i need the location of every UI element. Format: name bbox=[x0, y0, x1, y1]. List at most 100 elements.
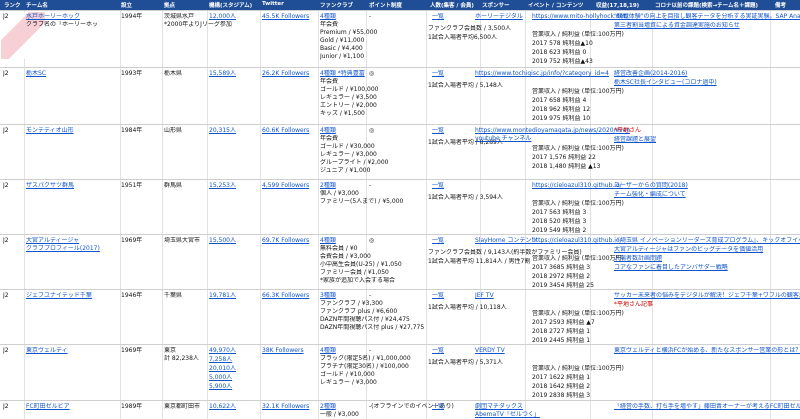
issue-article-link[interactable]: 経営課題と展望 bbox=[614, 136, 800, 144]
rank-cell: J2 bbox=[3, 292, 9, 299]
issue-article-link[interactable]: ユーザーからの質問(2018) bbox=[614, 182, 800, 190]
home-city: 東京 bbox=[164, 347, 177, 354]
fanclub-types-link[interactable]: 4種類 bbox=[320, 347, 365, 355]
spreadsheet-grid: ランク チーム名 設立 拠点 機構(スタジアム) Twitter ファンクラブ … bbox=[0, 0, 800, 419]
revenue-line: 2018 2972 純利益 2 bbox=[532, 273, 591, 280]
revenue-line: 2017 563 純利益 3 bbox=[532, 209, 587, 216]
issue-article-link[interactable]: *平地さん記事 bbox=[614, 301, 800, 309]
event-content-link-2[interactable]: youtube チャンネル bbox=[475, 135, 587, 143]
stadium-capacity-link[interactable]: 20,010人 bbox=[209, 365, 259, 373]
issue-article-link[interactable]: "観戦体験"の向上を目指し観客データを分析する実証実験。SAP Analyt bbox=[614, 13, 800, 21]
fanclub-tier: 年会費 bbox=[320, 135, 339, 142]
stadium-capacity-link[interactable]: 15,500人 bbox=[209, 237, 259, 245]
fanclub-types-link[interactable]: 4種類 bbox=[320, 237, 365, 245]
fanclub-tier: 年会費 bbox=[320, 78, 339, 85]
fanclub-types-link[interactable]: 4種類 bbox=[320, 127, 365, 135]
fanclub-types-link[interactable]: 4種類 *特典豊富 bbox=[320, 70, 365, 78]
sponsor-list-link[interactable]: 一覧 bbox=[432, 292, 472, 300]
team-row: J2 ジェフユナイテッド千葉 1946年 千葉県 19,781人 66.3K Follow… bbox=[0, 289, 800, 345]
fanclub-tier: グループライト / ¥2,000 bbox=[320, 159, 389, 166]
stadium-capacity-link[interactable]: 20,315人 bbox=[209, 127, 259, 135]
stadium-capacity-link[interactable]: 5,000人 bbox=[209, 374, 259, 382]
issue-article-link[interactable]: 「経営の手数、打ち手を増やす」藤田晋オーナーが考えるFC町田ゼルビ bbox=[614, 403, 800, 411]
twitter-followers-link[interactable]: 26.2K Followers bbox=[262, 70, 317, 78]
home-city-note: *2000年よりJリーグ参加 bbox=[164, 21, 232, 28]
sponsor-list-link[interactable]: 一覧 bbox=[432, 347, 472, 355]
issue-article-link[interactable]: 大宮アルディージャはファンのビッグデータを価値活用 bbox=[614, 246, 800, 254]
twitter-followers-link[interactable]: 45.5K Followers bbox=[262, 13, 317, 21]
issue-article-link[interactable]: 東京ヴェルディと横浜FCが始める、新たなスポンサー営業の形とは？ bbox=[614, 347, 800, 355]
header-row: ランク チーム名 設立 拠点 機構(スタジアム) Twitter ファンクラブ … bbox=[0, 0, 800, 10]
twitter-followers-link[interactable]: 60.6K Followers bbox=[262, 127, 317, 135]
founded-year: 1994年 bbox=[121, 13, 143, 20]
fanclub-types-link[interactable]: 2種類 bbox=[320, 403, 365, 411]
team-name-link[interactable]: 栃木SC bbox=[26, 70, 118, 78]
team-name-link[interactable]: モンテディオ山形 bbox=[26, 127, 118, 135]
event-content-link[interactable]: 劇団マチダックス bbox=[475, 403, 587, 411]
fanclub-types-link[interactable]: 2種類 bbox=[320, 182, 365, 190]
sponsor-list-link[interactable]: 一覧 bbox=[432, 182, 472, 190]
revenue-line: 2018 1642 純利益 2 bbox=[532, 383, 591, 390]
sponsor-list-link[interactable]: 一覧 bbox=[432, 13, 472, 21]
event-content-link[interactable]: https://www.tochigisc.jp/info/?category_… bbox=[475, 70, 630, 78]
stadium-capacity-link[interactable]: 19,781人 bbox=[209, 292, 259, 300]
issue-article-link[interactable]: 経営改善企画(2014-2016) bbox=[614, 70, 800, 78]
fanclub-tier: ゴールド / ¥30,000 bbox=[320, 143, 375, 150]
founded-year: 1946年 bbox=[121, 292, 143, 299]
team-name-link[interactable]: 水戸ホーリーホック bbox=[26, 13, 118, 21]
twitter-followers-link[interactable]: 32.1K Followers bbox=[262, 403, 317, 411]
issue-article-link[interactable]: サッカー未来者の悩みをデジタルが解決！ジェフ千葉+ワフルの観客満足 bbox=[614, 292, 800, 300]
issue-article-link[interactable]: 第三者割当増資による資金調達実施のお知らせ bbox=[614, 22, 800, 30]
stadium-capacity-link[interactable]: 49,970人 bbox=[209, 347, 259, 355]
founded-year: 1969年 bbox=[121, 347, 143, 354]
revenue-line: 営業収入 / 純利益 (単位:100万円) bbox=[532, 200, 624, 207]
header-team: チーム名 bbox=[26, 3, 48, 9]
attendance-info: ファンクラブ会員数 / 3,500人 bbox=[428, 25, 512, 32]
team-name-link[interactable]: 大宮アルディージャ bbox=[26, 237, 118, 245]
stadium-capacity-link[interactable]: 15,253人 bbox=[209, 182, 259, 190]
team-row: J2 大宮アルディージャ クラブプロフィール(2017) 1969年 埼玉県大宮市 15,… bbox=[0, 234, 800, 290]
twitter-followers-link[interactable]: 4,599 Followers bbox=[262, 182, 317, 190]
event-content-link[interactable]: https://www.montedioyamagata.jp/news/202… bbox=[475, 127, 630, 135]
fanclub-tier: 個人 / ¥3,000 bbox=[320, 190, 359, 197]
event-content-link[interactable]: VERDY TV bbox=[475, 347, 587, 355]
team-name-link[interactable]: ザスパクサツ群馬 bbox=[26, 182, 118, 190]
fanclub-types-link[interactable]: 3種類 bbox=[320, 292, 365, 300]
sponsor-list-link[interactable]: 一覧 bbox=[432, 127, 472, 135]
team-name-link[interactable]: FC町田ゼルビア bbox=[26, 403, 118, 411]
team-name-link[interactable]: ジェフユナイテッド千葉 bbox=[26, 292, 118, 300]
event-content-link[interactable]: JEF TV bbox=[475, 292, 587, 300]
team-name-note: クラブ名の「ホーリーホッ bbox=[26, 21, 99, 28]
fanclub-tier: ブラック(限定5名) / ¥1,000,000 bbox=[320, 355, 411, 362]
fanclub-types-link[interactable]: 4種類 bbox=[320, 13, 365, 21]
stadium-capacity-link[interactable]: 5,900人 bbox=[209, 383, 259, 391]
fanclub-tier: ファンクラブ plus / ¥6,600 bbox=[320, 308, 398, 315]
twitter-followers-link[interactable]: 38K Followers bbox=[262, 347, 317, 355]
issue-article-link[interactable]: コアなファンに着目したアンバサダー戦略 bbox=[614, 264, 800, 272]
issue-article-link[interactable]: チーム強化・編成について bbox=[614, 191, 800, 199]
revenue-line: 2017 1,576 純利益 22 bbox=[532, 154, 596, 161]
event-content-link-2[interactable]: AbemaTV「ゼルつく」 bbox=[475, 411, 587, 419]
stadium-capacity-link[interactable]: 10,622人 bbox=[209, 403, 259, 411]
team-name-note[interactable]: クラブプロフィール(2017) bbox=[26, 245, 118, 253]
header-point: ポイント制度 bbox=[369, 3, 403, 9]
sponsor-list-link[interactable]: 一覧 bbox=[432, 70, 472, 78]
issue-article-link[interactable]: 入場者数計画問題 bbox=[614, 255, 800, 263]
revenue-line: 2017 2593 純利益 ▲7 bbox=[532, 319, 595, 326]
issue-article-link[interactable]: 『埼玉県 イノベーションリーダーズ育成プログラム』、キックオフイベ bbox=[614, 237, 800, 245]
fanclub-tier: キッズ / ¥1,500 bbox=[320, 110, 365, 117]
stadium-capacity-link[interactable]: 12,000人 bbox=[209, 13, 259, 21]
header-city: 拠点 bbox=[164, 3, 176, 9]
stadium-capacity-link[interactable]: 15,589人 bbox=[209, 70, 259, 78]
revenue-line: 2017 658 純利益 4 bbox=[532, 97, 587, 104]
team-name-link[interactable]: 東京ヴェルディ bbox=[26, 347, 118, 355]
stadium-capacity-link[interactable]: 7,258人 bbox=[209, 356, 259, 364]
founded-year: 1993年 bbox=[121, 70, 143, 77]
sponsor-list-link[interactable]: 一覧 bbox=[432, 403, 472, 411]
issue-article-link[interactable]: 栃木SC社長インタビュー(コロナ過中) bbox=[614, 79, 800, 87]
twitter-followers-link[interactable]: 66.3K Followers bbox=[262, 292, 317, 300]
sponsor-list-link[interactable]: 一覧 bbox=[432, 237, 472, 245]
fanclub-tier: Basic / ¥4,400 bbox=[320, 45, 363, 52]
issue-article-link[interactable]: *平地さん bbox=[614, 127, 800, 135]
twitter-followers-link[interactable]: 69.7K Followers bbox=[262, 237, 317, 245]
